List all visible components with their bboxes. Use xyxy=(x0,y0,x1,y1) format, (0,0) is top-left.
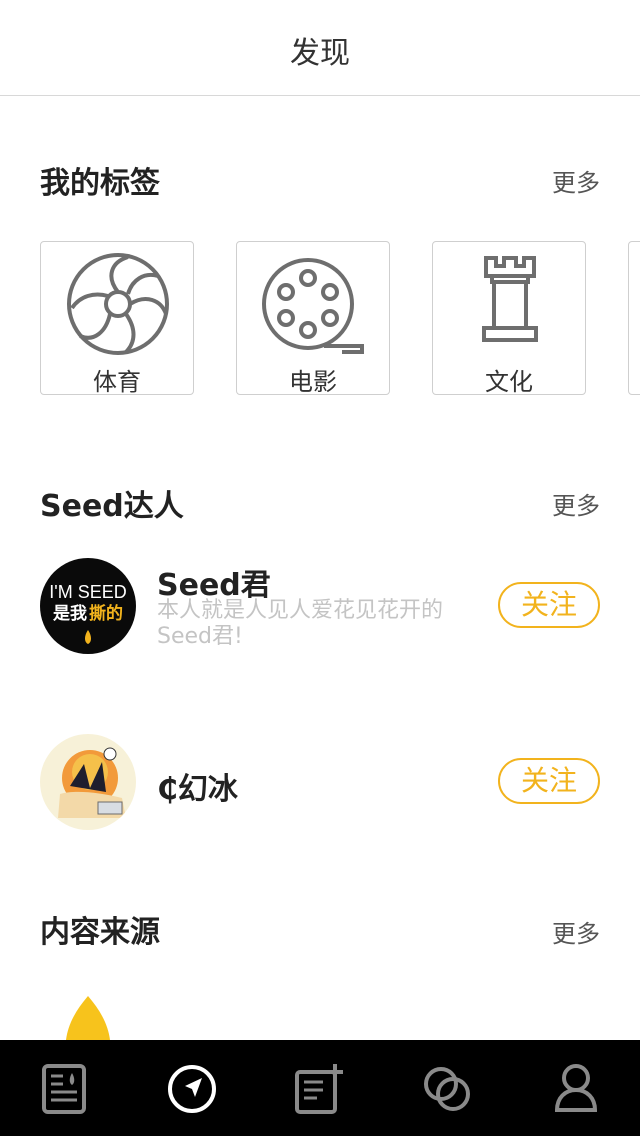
avatar[interactable] xyxy=(40,734,136,830)
film-reel-icon xyxy=(262,258,364,354)
expert-row[interactable]: ₵幻冰 关注 xyxy=(0,734,640,834)
volleyball-icon xyxy=(67,253,169,355)
news-icon xyxy=(42,1064,86,1114)
news-tab[interactable] xyxy=(37,1062,91,1116)
expert-row[interactable]: I'M SEED 是我 撕的 Seed君 本人就是人见人爱花见花开的Seed君!… xyxy=(0,558,640,658)
svg-text:是我: 是我 xyxy=(53,604,87,624)
experts-more-link[interactable]: 更多 xyxy=(552,486,600,521)
compose-tab[interactable] xyxy=(293,1062,347,1116)
tags-carousel[interactable]: 体育 电影 文化 xyxy=(40,241,640,397)
tags-more-link[interactable]: 更多 xyxy=(552,163,600,198)
page-title: 发现 xyxy=(290,36,350,71)
tags-section-title: 我的标签 xyxy=(40,166,160,201)
discover-compass-icon xyxy=(168,1065,216,1113)
svg-text:I'M SEED: I'M SEED xyxy=(49,582,126,602)
svg-text:撕的: 撕的 xyxy=(89,603,123,624)
circles-icon xyxy=(424,1067,470,1111)
tag-label: 文化 xyxy=(485,368,533,396)
sources-section-title: 内容来源 xyxy=(40,915,160,950)
tag-movies[interactable]: 电影 xyxy=(236,241,390,396)
tag-culture[interactable]: 文化 xyxy=(432,241,586,396)
compose-icon xyxy=(295,1064,343,1114)
tag-next-partial[interactable] xyxy=(628,241,640,395)
tag-sports[interactable]: 体育 xyxy=(40,241,194,396)
profile-tab[interactable] xyxy=(549,1062,603,1116)
avatar[interactable]: I'M SEED 是我 撕的 xyxy=(40,558,136,654)
sources-more-link[interactable]: 更多 xyxy=(552,914,600,949)
tag-label: 电影 xyxy=(289,368,337,396)
nav-header: 发现 xyxy=(0,0,640,96)
chess-rook-icon xyxy=(482,256,538,342)
profile-icon xyxy=(554,1064,598,1112)
follow-button[interactable]: 关注 xyxy=(498,582,600,628)
expert-name: ₵幻冰 xyxy=(157,772,238,807)
circles-tab[interactable] xyxy=(421,1062,475,1116)
discover-tab[interactable] xyxy=(165,1062,219,1116)
tag-label: 体育 xyxy=(93,368,141,396)
follow-button[interactable]: 关注 xyxy=(498,758,600,804)
bottom-tab-bar xyxy=(0,1040,640,1136)
source-seed-logo[interactable] xyxy=(62,994,114,1040)
expert-description: 本人就是人见人爱花见花开的Seed君! xyxy=(157,598,444,649)
experts-section-title: Seed达人 xyxy=(40,489,184,524)
